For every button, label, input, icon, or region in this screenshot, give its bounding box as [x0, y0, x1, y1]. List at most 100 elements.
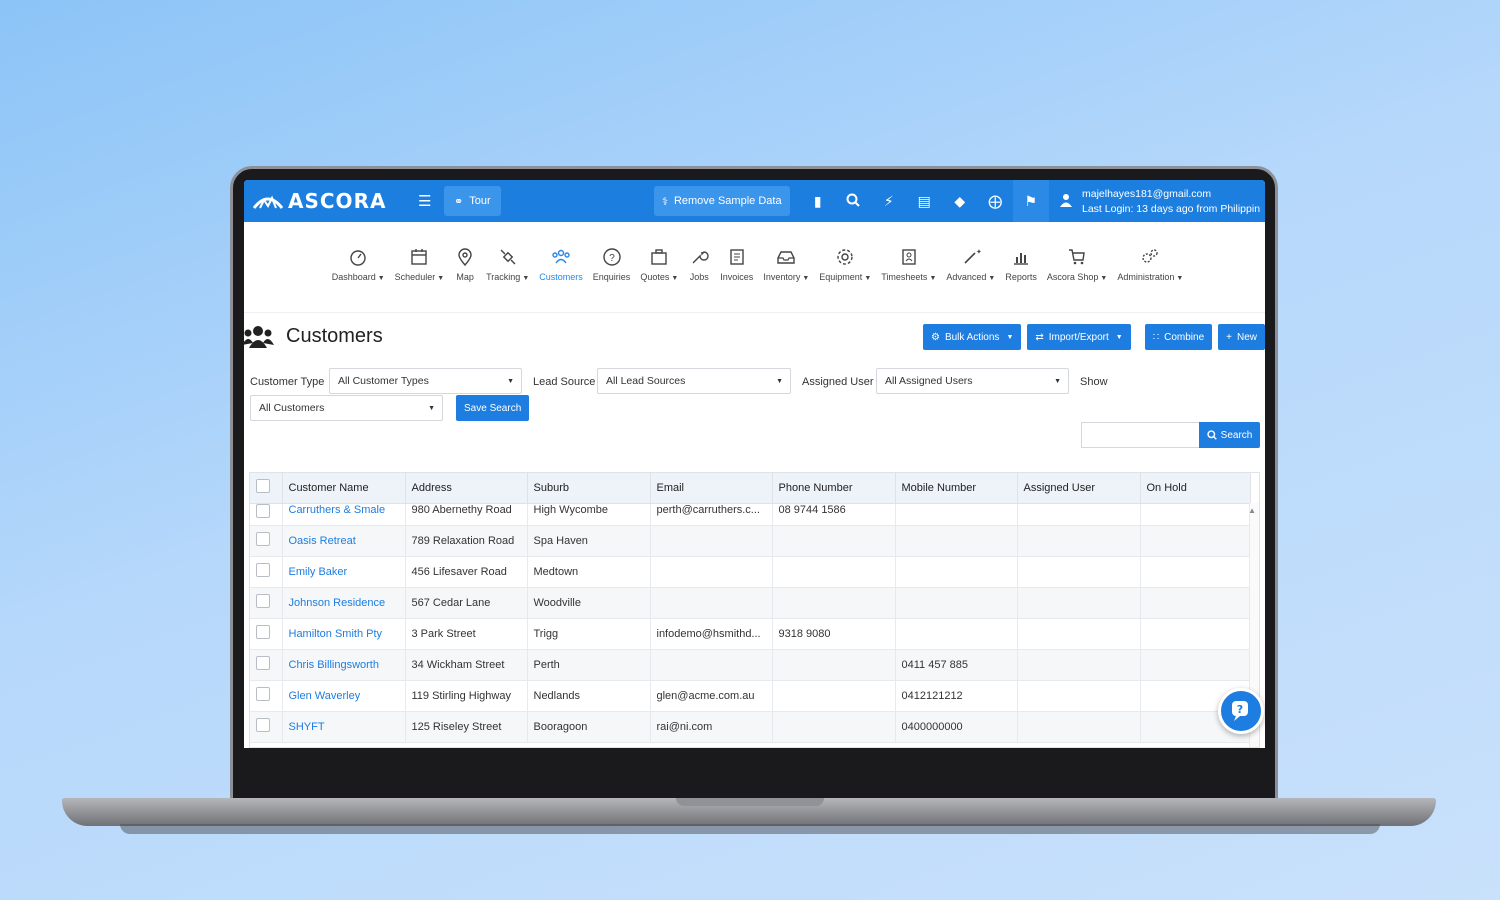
- table-row[interactable]: Carruthers & Smale 980 Abernethy Road High…: [250, 503, 1251, 526]
- select-all-checkbox[interactable]: [256, 479, 270, 494]
- customer-name-link[interactable]: SHYFT: [282, 711, 406, 743]
- import-export-button[interactable]: ⇄ Import/Export ▼: [1027, 324, 1131, 350]
- customers-table: Customer Name Address Suburb Email Phone Num…: [249, 472, 1260, 748]
- table-row[interactable]: Johnson Residence 567 Cedar Lane Woodville: [250, 587, 1251, 619]
- nav-item-tracking[interactable]: Tracking ▼: [486, 246, 529, 282]
- nav-item-timesheets[interactable]: Timesheets ▼: [881, 246, 936, 282]
- combine-button[interactable]: ∷ Combine: [1144, 324, 1213, 350]
- row-checkbox-cell[interactable]: [250, 649, 283, 681]
- lead-source-select[interactable]: All Lead Sources ▼: [597, 368, 791, 394]
- nav-item-jobs[interactable]: Jobs: [688, 246, 710, 282]
- row-checkbox-cell[interactable]: [250, 587, 283, 619]
- customer-name-link[interactable]: Johnson Residence: [282, 587, 406, 619]
- table-row[interactable]: Emily Baker 456 Lifesaver Road Medtown: [250, 556, 1251, 588]
- nav-item-enquiries[interactable]: ? Enquiries: [593, 246, 631, 282]
- caret-down-icon: ▼: [776, 377, 783, 385]
- customer-name-link[interactable]: Glen Waverley: [282, 680, 406, 712]
- table-row[interactable]: SHYFT 125 Riseley Street Booragoon rai@ni.c…: [250, 711, 1251, 743]
- bulk-actions-button[interactable]: ⚙ Bulk Actions ▼: [922, 324, 1022, 350]
- storefront-icon[interactable]: ▤: [907, 193, 943, 210]
- column-header[interactable]: Address: [405, 473, 528, 504]
- nav-item-scheduler[interactable]: Scheduler ▼: [395, 246, 444, 282]
- nav-item-reports[interactable]: Reports: [1005, 246, 1037, 282]
- select-all-checkbox-cell[interactable]: [250, 473, 283, 504]
- nav-item-ascora-shop[interactable]: Ascora Shop ▼: [1047, 246, 1107, 282]
- caret-down-icon: ▼: [507, 377, 514, 385]
- nav-item-quotes[interactable]: Quotes ▼: [640, 246, 678, 282]
- nav-item-customers[interactable]: Customers: [539, 246, 583, 282]
- column-header[interactable]: Customer Name: [282, 473, 406, 504]
- chat-button[interactable]: ?: [1218, 688, 1264, 734]
- nav-item-map[interactable]: Map: [454, 246, 476, 282]
- customer-type-select[interactable]: All Customer Types ▼: [329, 368, 522, 394]
- customer-name-link[interactable]: Chris Billingsworth: [282, 649, 406, 681]
- row-checkbox-cell[interactable]: [250, 711, 283, 743]
- column-header[interactable]: Suburb: [527, 473, 651, 504]
- briefcase-icon: [648, 246, 670, 268]
- nav-item-label: Inventory: [763, 272, 801, 282]
- row-checkbox[interactable]: [256, 503, 270, 518]
- table-row[interactable]: Oasis Retreat 789 Relaxation Road Spa Have…: [250, 525, 1251, 557]
- tag-icon[interactable]: ◆: [942, 193, 978, 210]
- new-button[interactable]: + New: [1218, 324, 1265, 350]
- nav-item-equipment[interactable]: Equipment ▼: [819, 246, 871, 282]
- row-checkbox[interactable]: [256, 594, 270, 608]
- nav-item-inventory[interactable]: Inventory ▼: [763, 246, 809, 282]
- column-header[interactable]: Mobile Number: [895, 473, 1018, 504]
- row-checkbox-cell[interactable]: [250, 503, 283, 526]
- column-header[interactable]: Phone Number: [772, 473, 896, 504]
- help-circle-icon[interactable]: ⨁: [978, 193, 1014, 210]
- row-checkbox-cell[interactable]: [250, 525, 283, 557]
- customer-name-link[interactable]: Oasis Retreat: [282, 525, 406, 557]
- scroll-up-icon[interactable]: ▲: [1248, 506, 1256, 515]
- user-icon[interactable]: [1049, 193, 1085, 210]
- nav-item-dashboard[interactable]: Dashboard ▼: [332, 246, 385, 282]
- bookmark-icon[interactable]: ▮: [800, 193, 836, 210]
- row-checkbox[interactable]: [256, 625, 270, 639]
- table-row[interactable]: Glen Waverley 119 Stirling Highway Nedland…: [250, 680, 1251, 712]
- table-row[interactable]: Hamilton Smith Pty 3 Park Street Trigg info…: [250, 618, 1251, 650]
- menu-icon[interactable]: ☰: [418, 192, 436, 210]
- customer-name-link[interactable]: Carruthers & Smale: [282, 503, 406, 526]
- caret-down-icon: ▼: [437, 275, 445, 282]
- nav-label-row: Customers: [539, 272, 583, 282]
- nav-item-invoices[interactable]: Invoices: [720, 246, 753, 282]
- row-checkbox-cell[interactable]: [250, 680, 283, 712]
- row-checkbox[interactable]: [256, 563, 270, 577]
- search-button-label: Search: [1220, 429, 1253, 441]
- row-checkbox[interactable]: [256, 656, 270, 670]
- show-select[interactable]: All Customers ▼: [250, 395, 443, 421]
- bolt-icon[interactable]: ⚡︎: [871, 193, 907, 210]
- column-header[interactable]: Assigned User: [1017, 473, 1141, 504]
- tour-button[interactable]: ⚭ Tour: [444, 186, 501, 216]
- assigned-user-select[interactable]: All Assigned Users ▼: [876, 368, 1069, 394]
- search-input[interactable]: [1081, 422, 1200, 448]
- logo[interactable]: ASCORA: [244, 189, 404, 213]
- row-checkbox-cell[interactable]: [250, 556, 283, 588]
- nav-label-row: Enquiries: [593, 272, 631, 282]
- row-checkbox[interactable]: [256, 687, 270, 701]
- invoice-icon: [726, 246, 748, 268]
- customer-name-link[interactable]: Emily Baker: [282, 556, 406, 588]
- caret-down-icon: ▼: [1054, 377, 1061, 385]
- nav-item-label: Timesheets: [881, 272, 928, 282]
- search-button[interactable]: Search: [1199, 422, 1260, 448]
- row-checkbox[interactable]: [256, 718, 270, 732]
- column-header[interactable]: On Hold: [1140, 473, 1251, 504]
- search-icon[interactable]: [836, 193, 872, 210]
- bulk-actions-label: Bulk Actions: [944, 331, 1000, 343]
- nav-item-administration[interactable]: Administration ▼: [1117, 246, 1183, 282]
- caret-down-icon: ▼: [1006, 333, 1014, 341]
- user-info[interactable]: majelhayes181@gmail.com Last Login: 13 d…: [1082, 187, 1260, 217]
- row-checkbox-cell[interactable]: [250, 618, 283, 650]
- customer-name-link[interactable]: Hamilton Smith Pty: [282, 618, 406, 650]
- satellite-icon: [497, 246, 519, 268]
- save-search-button[interactable]: Save Search: [456, 395, 530, 421]
- table-row[interactable]: Chris Billingsworth 34 Wickham Street Pert…: [250, 649, 1251, 681]
- flag-icon[interactable]: ⚑: [1013, 180, 1049, 222]
- row-checkbox[interactable]: [256, 532, 270, 546]
- remove-sample-data-button[interactable]: ⚕ Remove Sample Data: [654, 186, 790, 216]
- nav-item-advanced[interactable]: ✦ Advanced ▼: [946, 246, 995, 282]
- table-cell: [1017, 556, 1141, 588]
- column-header[interactable]: Email: [650, 473, 773, 504]
